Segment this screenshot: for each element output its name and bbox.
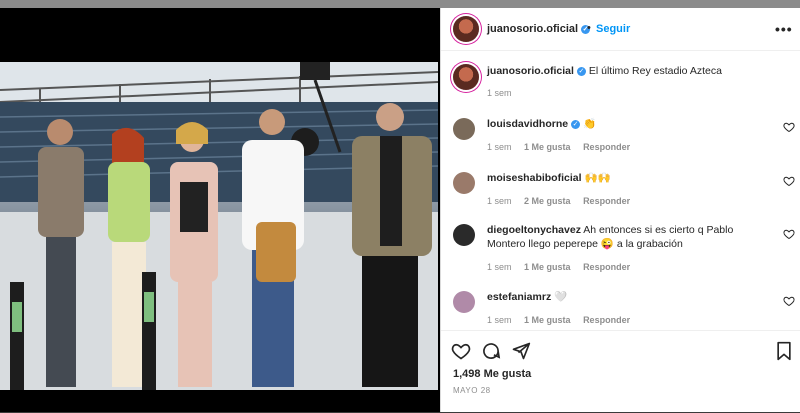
author-username-text[interactable]: juanosorio.oficial: [487, 23, 578, 35]
comment-meta: 1 sem 2 Me gusta Responder: [487, 196, 640, 206]
browser-strip: [0, 0, 800, 8]
post-date: MAYO 28: [453, 386, 491, 395]
comment-username[interactable]: estefaniamrz: [487, 291, 551, 303]
share-send-icon[interactable]: [511, 341, 531, 361]
post-header: juanosorio.oficial ✓ • Seguir •••: [441, 8, 800, 51]
save-bookmark-icon[interactable]: [775, 341, 793, 361]
comment-text: moiseshabiboficial 🙌🙌: [487, 171, 767, 185]
more-options-icon[interactable]: •••: [775, 21, 793, 37]
comment-text: estefaniamrz 🤍: [487, 290, 767, 304]
comment-meta: 1 sem 1 Me gusta Responder: [487, 315, 640, 325]
comment-bubble-icon[interactable]: [481, 341, 501, 361]
comment-avatar[interactable]: [453, 172, 475, 194]
like-comment-heart-icon[interactable]: [783, 175, 795, 187]
reply-button[interactable]: Responder: [583, 196, 630, 206]
like-comment-heart-icon[interactable]: [783, 228, 795, 240]
comment-likes[interactable]: 1 Me gusta: [524, 315, 571, 325]
caption-avatar[interactable]: [453, 64, 479, 90]
verified-badge-icon: ✓: [576, 66, 586, 76]
comment-username[interactable]: louisdavidhorne: [487, 118, 568, 130]
comment-avatar[interactable]: [453, 118, 475, 140]
reply-button[interactable]: Responder: [583, 315, 630, 325]
photo-illustration: [0, 62, 438, 390]
author-username[interactable]: juanosorio.oficial ✓: [487, 23, 591, 35]
author-avatar[interactable]: [453, 16, 479, 42]
caption-username[interactable]: juanosorio.oficial: [487, 65, 574, 77]
comment-time: 1 sem: [487, 196, 512, 206]
comment-body: 👏: [583, 118, 597, 130]
comment-meta: 1 sem 1 Me gusta Responder: [487, 142, 640, 152]
comment-text: diegoeltonychavez Ah entonces si es cier…: [487, 223, 772, 251]
post-panel: juanosorio.oficial ✓ • Seguir ••• juanoso…: [440, 8, 800, 412]
reply-button[interactable]: Responder: [583, 142, 630, 152]
likes-count[interactable]: 1,498 Me gusta: [453, 368, 531, 380]
like-comment-heart-icon[interactable]: [783, 295, 795, 307]
comment-body: 🤍: [554, 291, 568, 303]
separator-dot: •: [587, 22, 591, 34]
comment-text: louisdavidhorne ✓ 👏: [487, 117, 767, 131]
comment-meta: 1 sem 1 Me gusta Responder: [487, 262, 640, 272]
like-heart-icon[interactable]: [451, 341, 471, 361]
comment-likes[interactable]: 1 Me gusta: [524, 142, 571, 152]
caption-body: El último Rey estadio Azteca: [588, 65, 722, 77]
caption-time: 1 sem: [487, 88, 512, 98]
comment-time: 1 sem: [487, 262, 512, 272]
verified-badge-icon: ✓: [571, 119, 581, 129]
comment-time: 1 sem: [487, 142, 512, 152]
post-photo[interactable]: [0, 62, 438, 390]
caption-text: juanosorio.oficial ✓ El último Rey estadi…: [487, 64, 787, 78]
follow-button[interactable]: Seguir: [596, 23, 630, 35]
comment-likes[interactable]: 1 Me gusta: [524, 262, 571, 272]
reply-button[interactable]: Responder: [583, 262, 630, 272]
comment-body: 🙌🙌: [584, 172, 611, 184]
comment-time: 1 sem: [487, 315, 512, 325]
comment-avatar[interactable]: [453, 291, 475, 313]
comment-avatar[interactable]: [453, 224, 475, 246]
comment-likes[interactable]: 2 Me gusta: [524, 196, 571, 206]
comment-username[interactable]: diegoeltonychavez: [487, 224, 581, 236]
comment-username[interactable]: moiseshabiboficial: [487, 172, 582, 184]
like-comment-heart-icon[interactable]: [783, 121, 795, 133]
caption-meta: 1 sem: [487, 88, 522, 98]
